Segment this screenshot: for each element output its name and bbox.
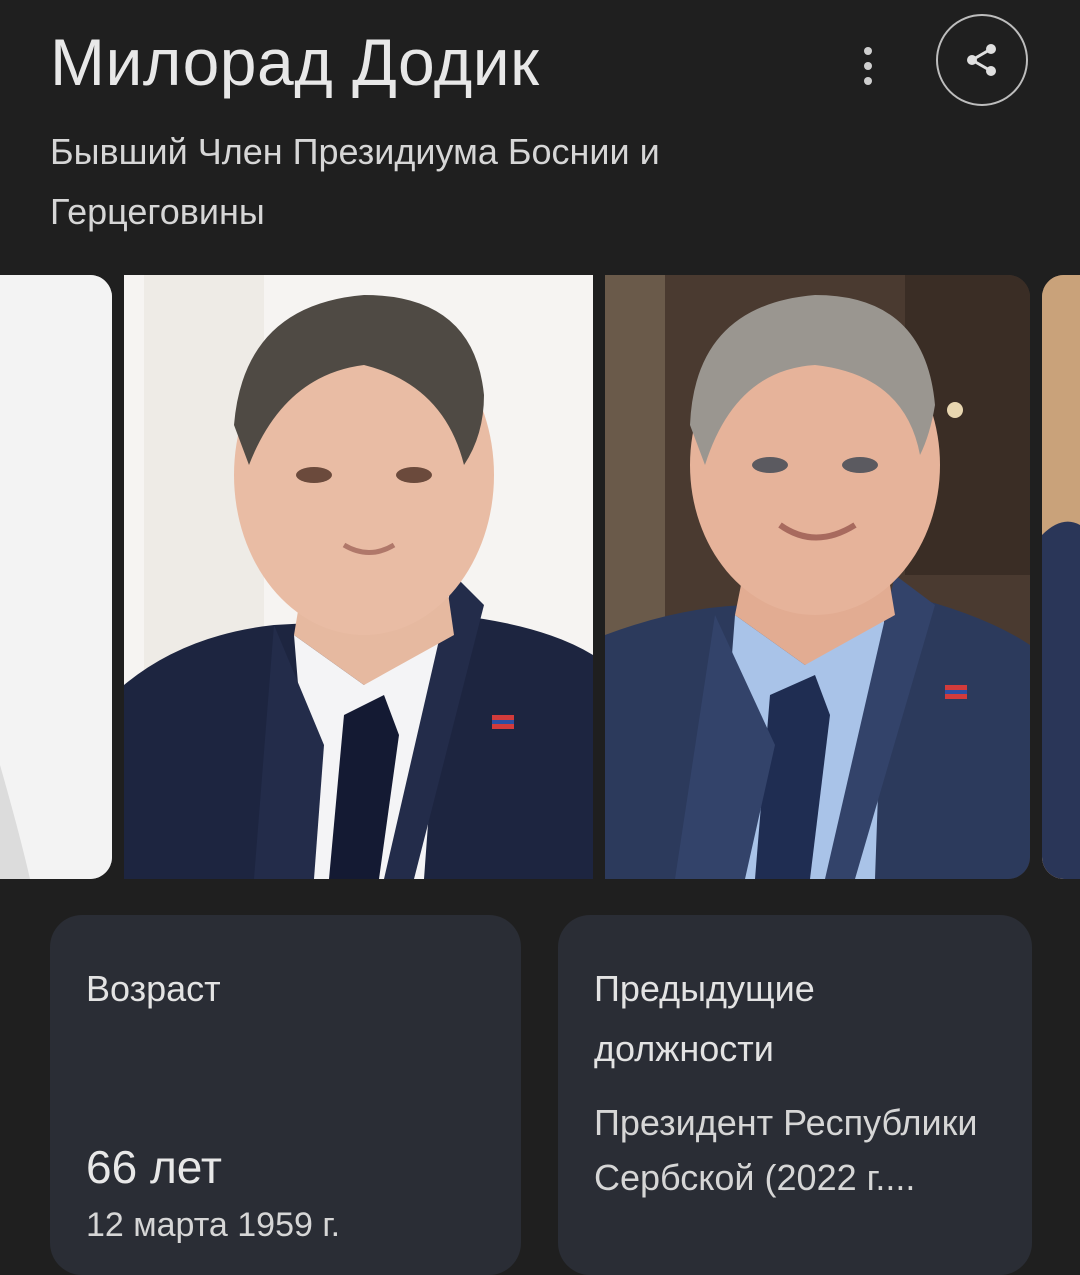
entity-subtitle: Бывший Член Президиума Боснии и Герцегов… bbox=[50, 131, 660, 232]
fact-card-previous-positions[interactable]: Предыдущие должности Президент Республик… bbox=[558, 915, 1032, 1275]
image-carousel[interactable] bbox=[0, 275, 1080, 879]
photo-portrait-2[interactable] bbox=[605, 275, 1030, 879]
fact-card-age[interactable]: Возраст 66 лет 12 марта 1959 г. bbox=[50, 915, 521, 1275]
share-button[interactable] bbox=[936, 14, 1028, 106]
photo-portrait-1[interactable] bbox=[124, 275, 593, 879]
fact-value-age: 66 лет bbox=[86, 1141, 222, 1193]
entity-title: Милорад Додик bbox=[50, 25, 540, 99]
fact-birth-date: 12 марта 1959 г. bbox=[86, 1206, 341, 1244]
fact-label-previous-positions: Предыдущие должности bbox=[594, 968, 815, 1069]
photo-partial-right[interactable] bbox=[1042, 275, 1080, 879]
photo-partial-left[interactable] bbox=[0, 275, 112, 879]
more-vert-icon[interactable] bbox=[846, 42, 890, 90]
fact-value-previous-positions: Президент Республики Сербской (2022 г...… bbox=[594, 1102, 978, 1198]
share-icon bbox=[967, 44, 996, 76]
fact-label-age: Возраст bbox=[86, 968, 221, 1009]
